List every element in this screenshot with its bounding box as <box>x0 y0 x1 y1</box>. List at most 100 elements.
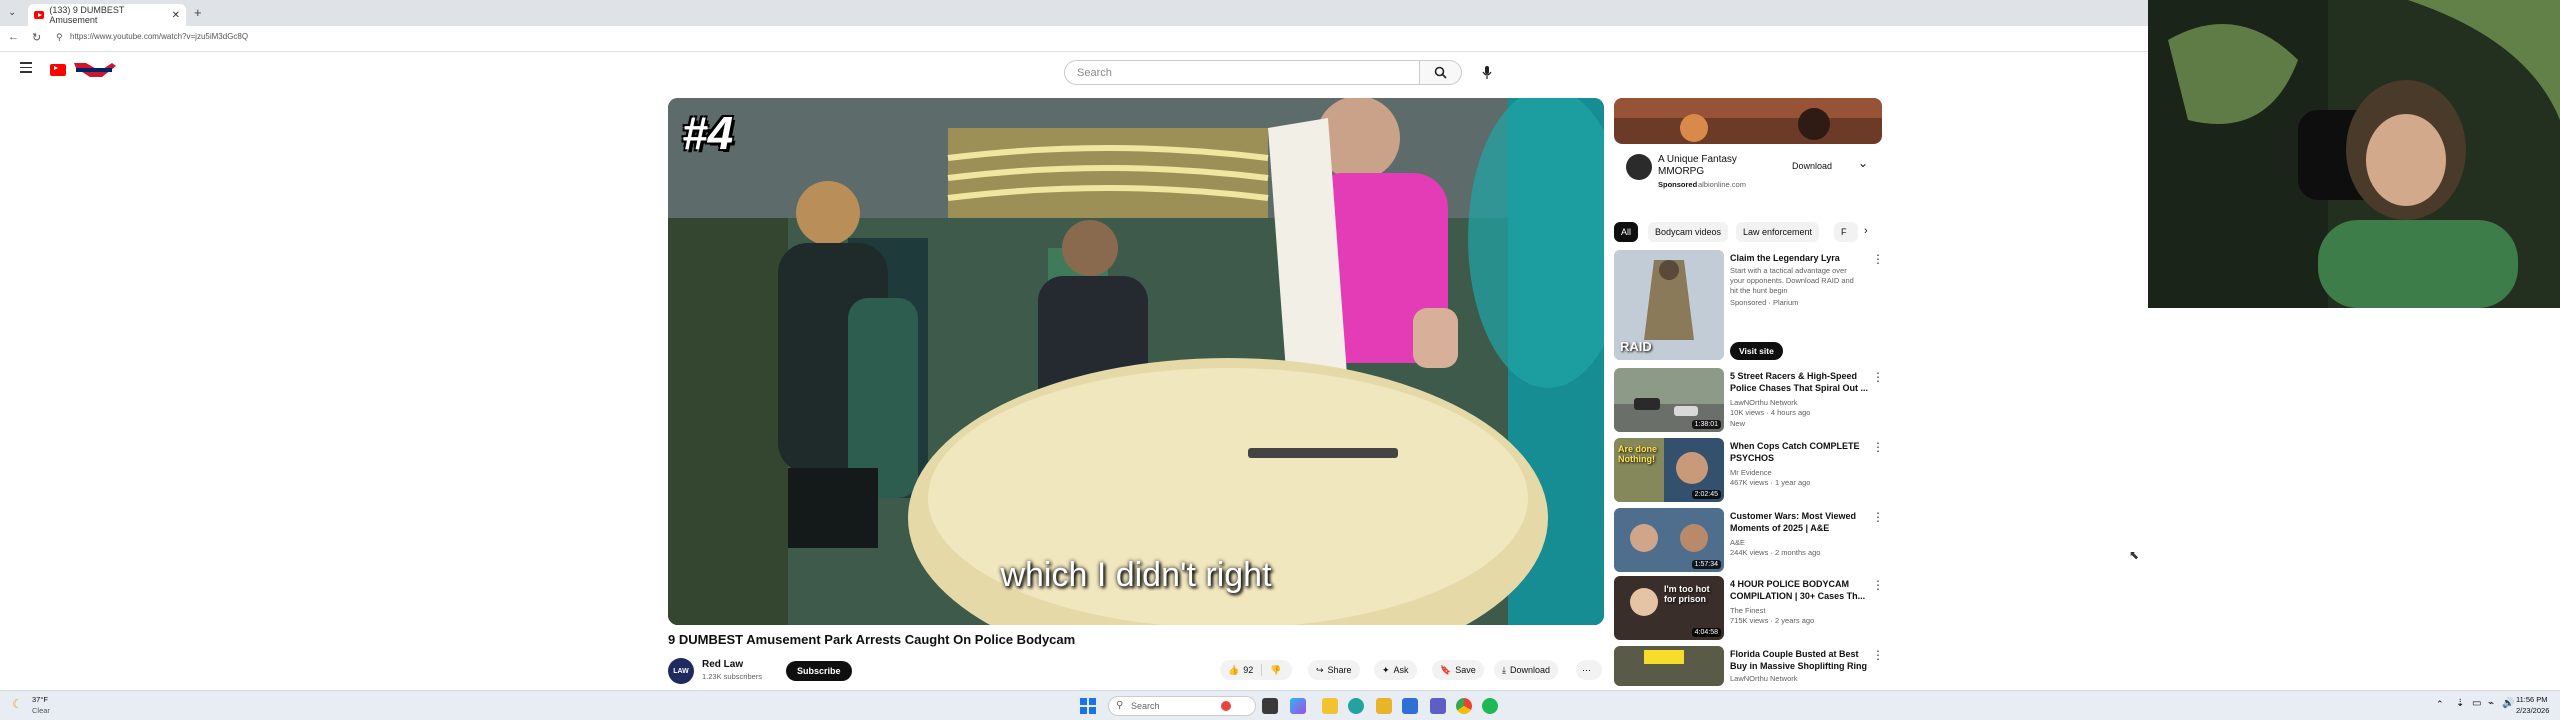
edge-browser-icon[interactable] <box>1348 698 1364 714</box>
youtube-favicon-icon <box>34 11 45 19</box>
rec-title[interactable]: When Cops Catch COMPLETE PSYCHOS <box>1730 440 1870 464</box>
ad-logo <box>1626 154 1652 180</box>
more-vert-icon[interactable]: ⋮ <box>1872 578 1884 592</box>
rec-channel: The Finest <box>1730 606 1766 615</box>
rec-title[interactable]: Claim the Legendary Lyra <box>1730 252 1870 264</box>
channel-avatar-text: LAW <box>673 667 689 675</box>
channel-avatar[interactable]: LAW <box>668 658 694 684</box>
chip-f[interactable]: F <box>1834 222 1858 242</box>
microphone-icon <box>1482 65 1491 79</box>
list-item[interactable]: 1:57:34 Customer Wars: Most Viewed Momen… <box>1614 508 1884 574</box>
hamburger-menu-icon[interactable] <box>20 62 32 73</box>
new-tab-plus-icon[interactable]: + <box>194 5 202 20</box>
taskbar-search-box[interactable]: ⚲ Search <box>1108 696 1256 716</box>
tray-network-icon[interactable]: ⌁ <box>2488 698 2494 709</box>
tab-list-chevron-icon[interactable]: ⌄ <box>8 7 16 18</box>
rec-title[interactable]: Customer Wars: Most Viewed Moments of 20… <box>1730 510 1870 534</box>
share-label: Share <box>1327 665 1352 675</box>
rec-sponsored: Sponsored · Plarium <box>1730 298 1799 307</box>
search-icon <box>1434 66 1447 79</box>
like-dislike-pill: 👍 92 👎 <box>1220 660 1292 680</box>
webcam-feed-image <box>2148 0 2560 308</box>
sidebar-ad[interactable]: A Unique Fantasy MMORPG Sponsored albion… <box>1614 98 1882 198</box>
channel-action-row: LAW Red Law 1.23K subscribers Subscribe … <box>668 656 1608 686</box>
more-actions-button[interactable]: ⋯ <box>1576 660 1602 680</box>
channel-name[interactable]: Red Law <box>702 659 743 670</box>
chips-next-icon[interactable]: › <box>1864 225 1868 237</box>
chrome-browser-icon[interactable] <box>1456 698 1472 714</box>
tray-usb-icon[interactable]: ⇣ <box>2456 698 2464 709</box>
back-arrow-icon[interactable]: ← <box>8 31 19 43</box>
url-field[interactable]: https://www.youtube.com/watch?v=jzu5iM3d… <box>70 32 248 41</box>
task-view-icon[interactable] <box>1262 698 1278 714</box>
youtube-logo-icon <box>50 64 66 76</box>
youtube-header: Search <box>0 52 2148 88</box>
like-count[interactable]: 92 <box>1243 665 1253 675</box>
rec-desc-2: your opponents. Download RAID and <box>1730 276 1854 285</box>
calendar-app-icon[interactable] <box>1402 698 1418 714</box>
raid-thumb-text: RAID <box>1620 339 1652 354</box>
list-item-ad-raid[interactable]: RAID Claim the Legendary Lyra Start with… <box>1614 250 1884 362</box>
list-item[interactable]: Florida Couple Busted at Best Buy in Mas… <box>1614 646 1884 686</box>
save-button[interactable]: 🔖 Save <box>1432 660 1484 680</box>
save-label: Save <box>1455 665 1476 675</box>
download-button[interactable]: ⤓ Download <box>1494 660 1559 680</box>
site-info-icon[interactable]: ⚲ <box>56 32 63 43</box>
weather-moon-icon: ☾ <box>12 697 23 711</box>
ask-label: Ask <box>1393 665 1409 675</box>
list-item[interactable]: 1:38:01 5 Street Racers & High-Speed Pol… <box>1614 368 1884 434</box>
rec-thumbnail[interactable]: 1:57:34 <box>1614 508 1724 572</box>
search-highlight-icon <box>1221 701 1231 711</box>
subscribe-button[interactable]: Subscribe <box>786 661 852 681</box>
clock-date[interactable]: 2/23/2026 <box>2516 706 2549 715</box>
video-player[interactable]: #4 which I didn't right <box>668 98 1604 625</box>
windows-start-icon[interactable] <box>1080 698 1096 714</box>
share-button[interactable]: ↪ Share <box>1308 660 1360 680</box>
rec-thumbnail[interactable] <box>1614 646 1724 686</box>
rec-channel: Mr Evidence <box>1730 468 1772 477</box>
spotify-icon[interactable] <box>1482 698 1498 714</box>
more-vert-icon[interactable]: ⋮ <box>1872 440 1884 454</box>
reload-icon[interactable]: ↻ <box>32 31 41 44</box>
copilot-icon[interactable] <box>1290 698 1306 714</box>
chip-all[interactable]: All <box>1614 222 1639 242</box>
rec-title[interactable]: Florida Couple Busted at Best Buy in Mas… <box>1730 648 1870 672</box>
rec-thumbnail[interactable]: I'm too hot for prison 4:04:58 <box>1614 576 1724 640</box>
list-item[interactable]: I'm too hot for prison 4:04:58 4 HOUR PO… <box>1614 576 1884 642</box>
rec-thumbnail[interactable]: 1:38:01 <box>1614 368 1724 432</box>
file-explorer-icon[interactable] <box>1322 698 1338 714</box>
voice-search-button[interactable] <box>1474 60 1499 85</box>
more-vert-icon[interactable]: ⋮ <box>1872 648 1884 662</box>
chip-law-enforcement[interactable]: Law enforcement <box>1736 222 1820 242</box>
rec-thumbnail[interactable]: RAID <box>1614 250 1724 360</box>
chip-bodycam[interactable]: Bodycam videos <box>1648 222 1729 242</box>
dislike-icon[interactable]: 👎 <box>1270 665 1281 676</box>
more-vert-icon[interactable]: ⋮ <box>1872 370 1884 384</box>
visit-site-button[interactable]: Visit site <box>1730 342 1783 360</box>
list-item[interactable]: Are done Nothing! 2:02:45 When Cops Catc… <box>1614 438 1884 504</box>
tray-volume-icon[interactable]: 🔊 <box>2502 698 2514 709</box>
search-input[interactable]: Search <box>1064 60 1420 85</box>
ad-download-button[interactable]: Download <box>1782 156 1842 176</box>
browser-tab-active[interactable]: (133) 9 DUMBEST Amusement ✕ <box>28 4 186 26</box>
like-icon[interactable]: 👍 <box>1228 665 1239 676</box>
duration-badge: 4:04:58 <box>1691 628 1721 637</box>
tray-monitor-icon[interactable]: ▭ <box>2472 698 2481 709</box>
clock-time[interactable]: 11:56 PM <box>2516 695 2548 704</box>
rec-thumbnail[interactable]: Are done Nothing! 2:02:45 <box>1614 438 1724 502</box>
rec-title[interactable]: 4 HOUR POLICE BODYCAM COMPILATION | 30+ … <box>1730 578 1870 602</box>
ask-button[interactable]: ✦ Ask <box>1374 660 1417 680</box>
search-button[interactable] <box>1420 60 1462 85</box>
tab-close-icon[interactable]: ✕ <box>172 10 180 21</box>
teams-app-icon[interactable] <box>1430 698 1446 714</box>
file-folder-icon[interactable] <box>1376 698 1392 714</box>
tray-chevron-up-icon[interactable]: ⌃ <box>2436 699 2444 710</box>
prison-thumb-text: I'm too hot for prison <box>1664 584 1710 604</box>
youtube-logo[interactable] <box>50 63 118 77</box>
rec-title[interactable]: 5 Street Racers & High-Speed Police Chas… <box>1730 370 1870 394</box>
rec-views: 715K views · 2 years ago <box>1730 616 1815 625</box>
more-vert-icon[interactable]: ⋮ <box>1872 510 1884 524</box>
ad-chevron-down-icon[interactable]: ⌄ <box>1858 156 1868 170</box>
more-vert-icon[interactable]: ⋮ <box>1872 252 1884 266</box>
rank-overlay: #4 <box>682 107 734 159</box>
